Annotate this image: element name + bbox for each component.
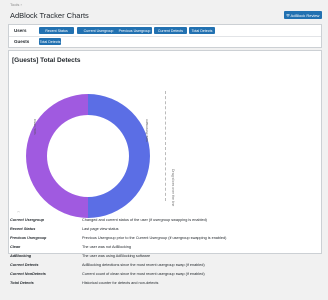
drag-line	[165, 91, 167, 201]
guests-label: Guests	[14, 39, 30, 44]
users-label: Users	[14, 28, 27, 33]
legend-row: Total Detects Historical counter for dete…	[10, 281, 159, 285]
page-title: AdBlock Tracker Charts	[10, 11, 89, 20]
users-current-detects-button[interactable]: Current Detects	[154, 27, 187, 34]
legend-row: Previous Usergroup Previous Usergroup pri…	[10, 236, 227, 240]
adblock-review-button[interactable]: ⛨ AdBlock Review	[284, 11, 322, 19]
legend-row: Recent Status Last page view status	[10, 227, 119, 231]
guests-row: Guests Total Detects	[9, 36, 321, 47]
users-recent-status-button[interactable]: Recent Status	[39, 27, 74, 34]
users-previous-usergroup-button[interactable]: Previous Usergroup	[117, 27, 152, 34]
pie-slice-2[interactable]	[26, 94, 89, 218]
legend-row: Current Usergroup Changed and current sta…	[10, 218, 207, 222]
slice-label-2: Clean: 50%	[33, 119, 37, 135]
chart-selector-panel: Users Recent Status Current Usergroup Pr…	[8, 24, 322, 48]
breadcrumb[interactable]: Tools ›	[10, 2, 22, 7]
users-current-usergroup-button[interactable]: Current Usergroup	[77, 27, 120, 34]
review-button-label: AdBlock Review	[290, 12, 320, 18]
users-total-detects-button[interactable]: Total Detects	[189, 27, 215, 34]
shield-icon: ⛨	[286, 12, 290, 18]
section-title: [Guests] Total Detects	[12, 57, 81, 64]
guests-total-detects-button[interactable]: Total Detects	[39, 38, 61, 45]
legend-row: Current Detects AdBlocking detections sin…	[10, 263, 205, 267]
drag-hint: Drag slices over the line	[171, 169, 175, 207]
legend-row: AdBlocking The user was using AdBlocking …	[10, 254, 151, 258]
pie-slice-1[interactable]	[88, 94, 150, 218]
legend-row: Current NonDetects Current count of clean…	[10, 272, 205, 276]
mini-chart-icon: ⌒	[17, 211, 21, 215]
legend-row: Clean The user was not AdBlocking	[10, 245, 131, 249]
slice-label-1: AdBlocking: 50%	[145, 119, 149, 142]
